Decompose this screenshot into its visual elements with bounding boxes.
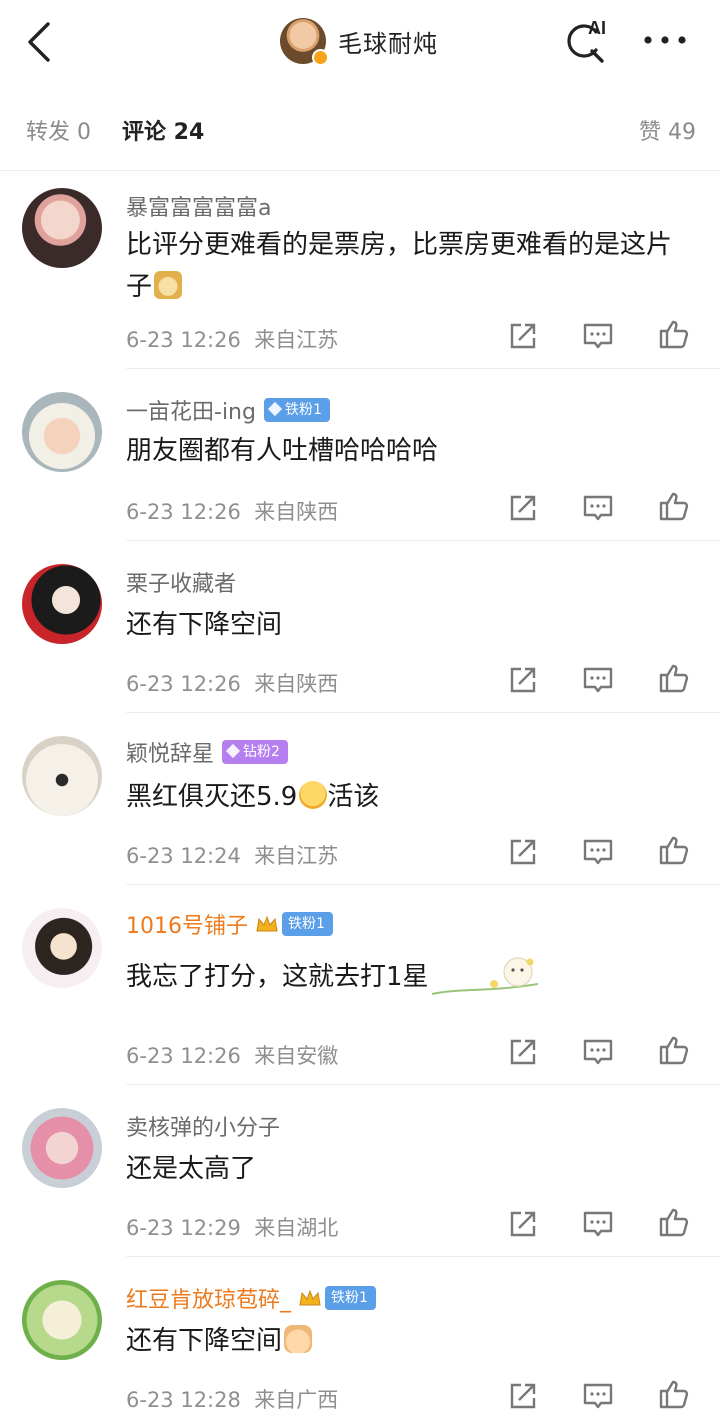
fan-badge: 铁粉1 xyxy=(282,912,333,936)
like-icon[interactable] xyxy=(658,1206,690,1238)
username[interactable]: 红豆肯放琼苞碎_ 铁粉1 xyxy=(126,1282,376,1314)
divider xyxy=(126,540,720,541)
share-icon[interactable] xyxy=(507,320,539,352)
crown-icon xyxy=(256,915,278,932)
like-icon[interactable] xyxy=(658,1378,690,1410)
list-item: 暴富富富富富a 比评分更难看的是票房，比票房更难看的是这片子 6-23 12:2… xyxy=(0,180,720,370)
tab-comment[interactable]: 评论 24 xyxy=(122,114,204,146)
divider xyxy=(126,712,720,713)
comment-decoration-icon xyxy=(431,957,539,995)
username[interactable]: 栗子收藏者 xyxy=(126,566,236,598)
header-user[interactable]: 毛球耐炖 xyxy=(280,16,438,66)
share-icon[interactable] xyxy=(507,1208,539,1240)
tab-like[interactable]: 赞 49 xyxy=(639,114,696,146)
avatar[interactable] xyxy=(280,18,329,66)
comment-text: 朋友圈都有人吐槽哈哈哈哈 xyxy=(126,436,439,466)
share-icon[interactable] xyxy=(507,492,539,524)
comment-text: 比评分更难看的是票房，比票房更难看的是这片子 xyxy=(126,230,673,302)
list-item: 一亩花田-ing 铁粉1 朋友圈都有人吐槽哈哈哈哈 6-23 12:26 来自陕西 xyxy=(0,370,720,542)
comment-icon[interactable] xyxy=(582,1380,614,1410)
divider xyxy=(126,368,720,369)
like-icon[interactable] xyxy=(658,318,690,350)
avatar[interactable] xyxy=(22,392,102,472)
divider xyxy=(0,170,720,171)
share-icon[interactable] xyxy=(507,1036,539,1068)
username[interactable]: 1016号铺子 铁粉1 xyxy=(126,908,333,940)
share-icon[interactable] xyxy=(507,1380,539,1410)
share-icon[interactable] xyxy=(507,836,539,868)
like-icon[interactable] xyxy=(658,834,690,866)
avatar[interactable] xyxy=(22,564,102,644)
comment-icon[interactable] xyxy=(582,836,614,868)
avatar[interactable] xyxy=(22,1280,102,1360)
comment-meta: 6-23 12:26 来自江苏 xyxy=(126,328,339,352)
username[interactable]: 一亩花田-ing 铁粉1 xyxy=(126,394,330,426)
smile-emoji-icon xyxy=(299,781,328,809)
list-item: 红豆肯放琼苞碎_ 铁粉1 还有下降空间 6-23 12:28 来自广西 xyxy=(0,1258,720,1410)
comment-icon[interactable] xyxy=(582,664,614,696)
tab-repost[interactable]: 转发 0 xyxy=(26,114,91,146)
divider xyxy=(126,1084,720,1085)
victory-hand-emoji-icon xyxy=(284,1325,313,1353)
back-icon[interactable] xyxy=(22,20,58,64)
tab-bar: 转发 0 评论 24 赞 49 xyxy=(0,100,720,160)
fan-badge: 钻粉2 xyxy=(222,740,288,764)
comment-icon[interactable] xyxy=(582,320,614,352)
list-item: 颖悦辞星 钻粉2 黑红俱灭还5.9 活该 6-23 12:24 来自江苏 xyxy=(0,714,720,886)
comment-meta: 6-23 12:26 来自陕西 xyxy=(126,500,339,524)
username[interactable]: 颖悦辞星 钻粉2 xyxy=(126,736,288,768)
like-icon[interactable] xyxy=(658,662,690,694)
avatar[interactable] xyxy=(22,908,102,988)
like-icon[interactable] xyxy=(658,1034,690,1066)
comment-icon[interactable] xyxy=(582,1208,614,1240)
doge-emoji-icon xyxy=(154,271,183,299)
comment-meta: 6-23 12:28 来自广西 xyxy=(126,1388,339,1410)
comment-text: 还有下降空间 xyxy=(126,1320,696,1362)
username[interactable]: 暴富富富富富a xyxy=(126,190,271,222)
top-bar: 毛球耐炖 AI xyxy=(0,0,720,84)
divider xyxy=(126,884,720,885)
like-icon[interactable] xyxy=(658,490,690,522)
comment-text: 黑红俱灭还5.9 活该 xyxy=(126,781,380,812)
share-icon[interactable] xyxy=(507,664,539,696)
comment-icon[interactable] xyxy=(582,1036,614,1068)
comment-meta: 6-23 12:26 来自陕西 xyxy=(126,672,339,696)
comment-text: 还有下降空间 xyxy=(126,610,283,640)
list-item: 1016号铺子 铁粉1 我忘了打分，这就去打1星 6-23 12:26 来自安徽 xyxy=(0,886,720,1086)
list-item: 卖核弹的小分子 还是太高了 6-23 12:29 来自湖北 xyxy=(0,1086,720,1258)
divider xyxy=(126,1256,720,1257)
more-icon[interactable] xyxy=(640,28,690,52)
page-title: 毛球耐炖 xyxy=(338,29,438,58)
ai-label: AI xyxy=(588,18,606,38)
fan-badge: 铁粉1 xyxy=(325,1286,376,1310)
comment-meta: 6-23 12:24 来自江苏 xyxy=(126,844,339,868)
comment-text: 我忘了打分，这就去打1星 xyxy=(126,962,429,992)
avatar[interactable] xyxy=(22,188,102,268)
username[interactable]: 卖核弹的小分子 xyxy=(126,1110,280,1142)
ai-search-icon[interactable]: AI xyxy=(562,18,616,64)
comment-text: 还是太高了 xyxy=(126,1154,257,1184)
crown-icon xyxy=(299,1289,321,1306)
list-item: 栗子收藏者 还有下降空间 6-23 12:26 来自陕西 xyxy=(0,542,720,714)
comment-icon[interactable] xyxy=(582,492,614,524)
avatar[interactable] xyxy=(22,736,102,816)
fan-badge: 铁粉1 xyxy=(263,398,330,422)
comment-meta: 6-23 12:29 来自湖北 xyxy=(126,1216,339,1240)
verified-badge-icon xyxy=(312,49,329,66)
avatar[interactable] xyxy=(22,1108,102,1188)
comment-meta: 6-23 12:26 来自安徽 xyxy=(126,1044,339,1068)
